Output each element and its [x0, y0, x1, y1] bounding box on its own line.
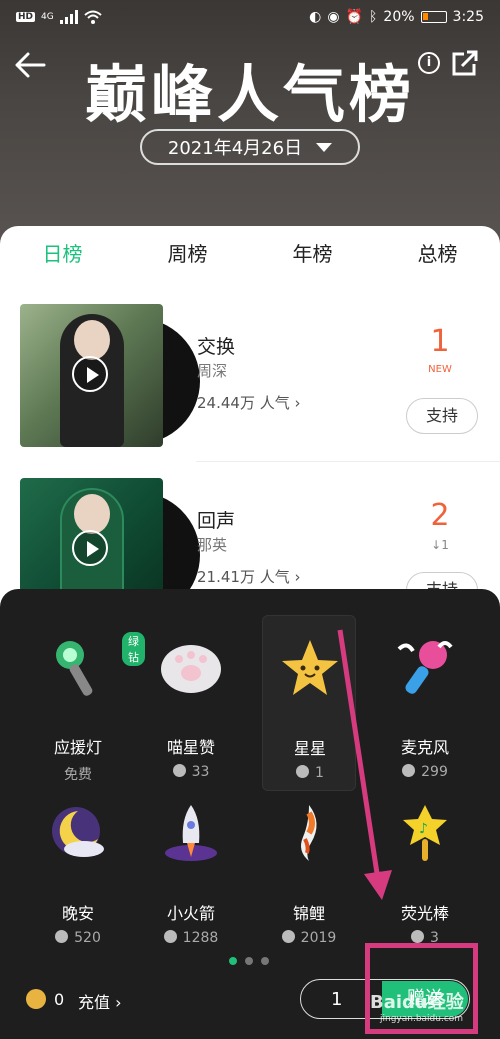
signal-icon	[59, 10, 78, 24]
page-indicator	[229, 957, 269, 965]
gift-item[interactable]: 麦克风 299	[378, 615, 472, 791]
chevron-right-icon: ›	[294, 394, 301, 412]
rank-number: 1	[430, 324, 450, 359]
tab-weekly[interactable]: 周榜	[125, 238, 250, 268]
tab-yearly[interactable]: 年榜	[250, 238, 375, 268]
gift-price: 2019	[262, 930, 356, 946]
gift-name: 锦鲤	[292, 904, 325, 923]
coin-icon	[163, 930, 177, 943]
svg-text:♪: ♪	[419, 821, 428, 837]
divider	[196, 461, 500, 462]
alarm-icon: ⏰	[345, 9, 364, 25]
cat-paw-icon	[161, 645, 221, 693]
gift-name: 晚安	[61, 904, 94, 923]
date-selector[interactable]: 2021年4月26日	[140, 129, 360, 165]
status-bar: HD 4G ◐ ◉ ⏰ ᛒ 20% 3:25	[0, 0, 500, 34]
gift-item[interactable]: ♪ 荧光棒 3	[378, 781, 472, 957]
coin-icon	[281, 930, 295, 943]
moon-icon	[52, 807, 104, 857]
gift-item[interactable]: 绿钻 应援灯 免费	[31, 615, 145, 791]
clock: 3:25	[452, 9, 484, 25]
nfc-icon: ◐	[309, 9, 322, 25]
page-dot[interactable]	[245, 957, 253, 965]
watermark: Baidu经验	[370, 992, 464, 1013]
page-dot[interactable]	[261, 957, 269, 965]
chevron-right-icon: ›	[115, 993, 122, 1012]
vip-badge: 绿钻	[122, 632, 145, 666]
play-icon[interactable]	[72, 530, 108, 566]
chevron-down-icon	[316, 142, 333, 152]
light-stick-icon	[56, 641, 93, 696]
song-artist: 那英	[197, 536, 228, 554]
gift-item-selected[interactable]: 星星 1	[262, 615, 356, 791]
tab-daily[interactable]: 日榜	[0, 238, 125, 268]
song-popularity[interactable]: 21.41万 人气 ›	[197, 566, 301, 587]
coin-icon	[55, 930, 69, 943]
info-icon[interactable]: i	[418, 52, 440, 74]
hd-badge: HD	[16, 12, 36, 22]
play-icon[interactable]	[72, 356, 108, 392]
gold-coin-icon	[26, 989, 46, 1009]
gift-name: 星星	[293, 739, 326, 758]
gift-item[interactable]: 喵星赞 33	[144, 615, 238, 791]
network-type: 4G	[41, 12, 54, 22]
battery-icon	[420, 11, 447, 23]
date-label: 2021年4月26日	[167, 138, 303, 159]
album-art	[20, 304, 163, 447]
microphone-icon	[397, 641, 453, 694]
gift-price: 1288	[144, 930, 238, 946]
gift-price: 1	[263, 765, 357, 781]
coin-balance: 0	[26, 989, 64, 1009]
gift-price: 520	[31, 930, 125, 946]
gift-name: 喵星赞	[166, 738, 215, 757]
page-dot-active[interactable]	[229, 957, 237, 965]
tab-total[interactable]: 总榜	[375, 238, 500, 268]
song-title: 回声	[197, 510, 236, 532]
song-cover[interactable]	[20, 304, 200, 449]
battery-percent: 20%	[383, 9, 415, 25]
coin-icon	[402, 764, 416, 777]
quantity-value: 1	[331, 988, 343, 1010]
support-button[interactable]: 支持	[406, 398, 478, 434]
glow-stick-icon: ♪	[403, 805, 447, 861]
chevron-right-icon: ›	[294, 568, 301, 586]
star-icon	[282, 640, 338, 695]
song-artist: 周深	[197, 362, 228, 380]
eye-icon: ◉	[327, 9, 340, 25]
wifi-icon	[84, 10, 102, 24]
coin-icon	[172, 764, 186, 777]
share-icon[interactable]	[450, 48, 480, 78]
coin-icon	[296, 765, 310, 778]
gift-price: 299	[378, 764, 472, 780]
koi-icon	[301, 805, 317, 861]
balance-value: 0	[54, 989, 65, 1009]
rank-change: NEW	[428, 364, 452, 375]
ranking-card: 日榜 周榜 年榜 总榜 交换 周深 24.44万 人气 › 1 NEW 支持 回…	[0, 226, 500, 626]
gift-name: 麦克风	[400, 738, 449, 757]
hero-header: HD 4G ◐ ◉ ⏰ ᛒ 20% 3:25 巅峰人气榜 i 2021年4月26…	[0, 0, 500, 260]
gift-name: 荧光棒	[400, 904, 449, 923]
gift-item[interactable]: 锦鲤 2019	[262, 781, 356, 957]
tab-bar: 日榜 周榜 年榜 总榜	[0, 238, 500, 268]
song-title: 交换	[197, 336, 236, 358]
gift-item[interactable]: 小火箭 1288	[144, 781, 238, 957]
gift-item[interactable]: 晚安 520	[31, 781, 125, 957]
bluetooth-icon: ᛒ	[369, 9, 378, 25]
recharge-link[interactable]: 充值 ›	[78, 989, 122, 1013]
rank-change: ↓1	[431, 538, 449, 552]
gift-name: 小火箭	[166, 904, 215, 923]
gift-price: 33	[144, 764, 238, 780]
rocket-icon	[165, 805, 217, 861]
song-row[interactable]: 交换 周深 24.44万 人气 › 1 NEW 支持	[20, 304, 490, 454]
watermark-url: jingyan.baidu.com	[380, 1014, 464, 1024]
coin-icon	[411, 930, 425, 943]
gift-name: 应援灯	[53, 738, 102, 757]
rank-number: 2	[430, 498, 450, 533]
song-popularity[interactable]: 24.44万 人气 ›	[197, 392, 301, 413]
